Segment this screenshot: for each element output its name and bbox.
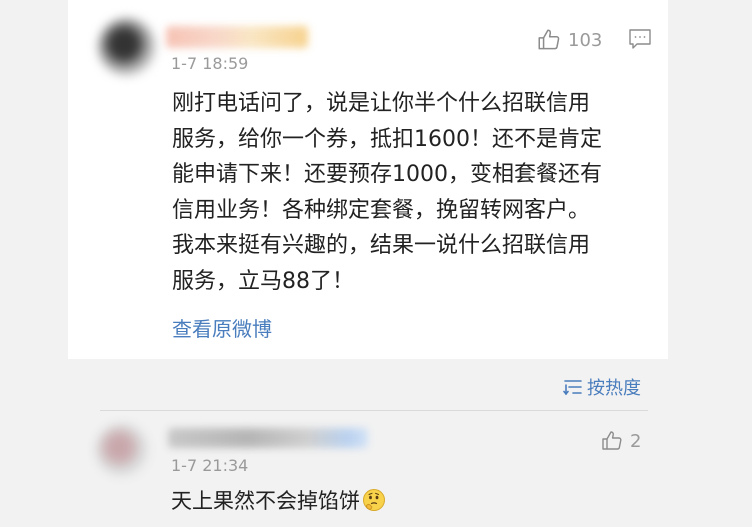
sort-label: 按热度 [587, 378, 641, 399]
post-body: 刚打电话问了，说是让你半个什么招联信用 服务，给你一个券，抵扣1600！还不是肯… [172, 86, 652, 300]
sort-button[interactable]: 按热度 [563, 374, 641, 400]
post-card: 1-7 18:59 103 刚打电话问了，说是让你半个什么招联信用 服务，给你一… [68, 0, 668, 359]
post-line: 刚打电话问了，说是让你半个什么招联信用 [172, 91, 591, 116]
post-line: 我本来挺有兴趣的，结果一说什么招联信用 [172, 233, 591, 259]
post-line: 信用业务！各种绑定套餐，挽留转网客户。 [172, 197, 591, 223]
username[interactable] [166, 26, 308, 48]
sort-icon [563, 380, 582, 396]
reply-text: 天上果然不会掉馅饼 [171, 489, 360, 513]
view-original-link[interactable]: 查看原微博 [172, 313, 272, 342]
thumbs-up-icon [538, 29, 560, 50]
username[interactable] [168, 428, 368, 448]
post-line: 服务，立马88了！ [172, 268, 354, 294]
avatar[interactable] [98, 18, 156, 76]
like-button[interactable]: 103 [536, 27, 602, 53]
reply-time: 1-7 21:34 [171, 456, 249, 475]
comment-icon[interactable] [628, 28, 652, 50]
divider [100, 410, 648, 411]
post-time: 1-7 18:59 [171, 54, 249, 73]
thumbs-up-icon [602, 431, 622, 450]
like-count: 2 [630, 430, 642, 452]
post-line: 能申请下来！还要预存1000，变相套餐还有 [172, 162, 602, 188]
like-count: 103 [568, 29, 603, 51]
avatar[interactable] [96, 424, 148, 476]
post-line: 服务，给你一个券，抵扣1600！还不是肯定 [172, 126, 602, 152]
like-button[interactable]: 2 [600, 429, 641, 453]
reply-body: 天上果然不会掉馅饼 [171, 485, 386, 515]
thinking-emoji-icon [363, 489, 385, 511]
